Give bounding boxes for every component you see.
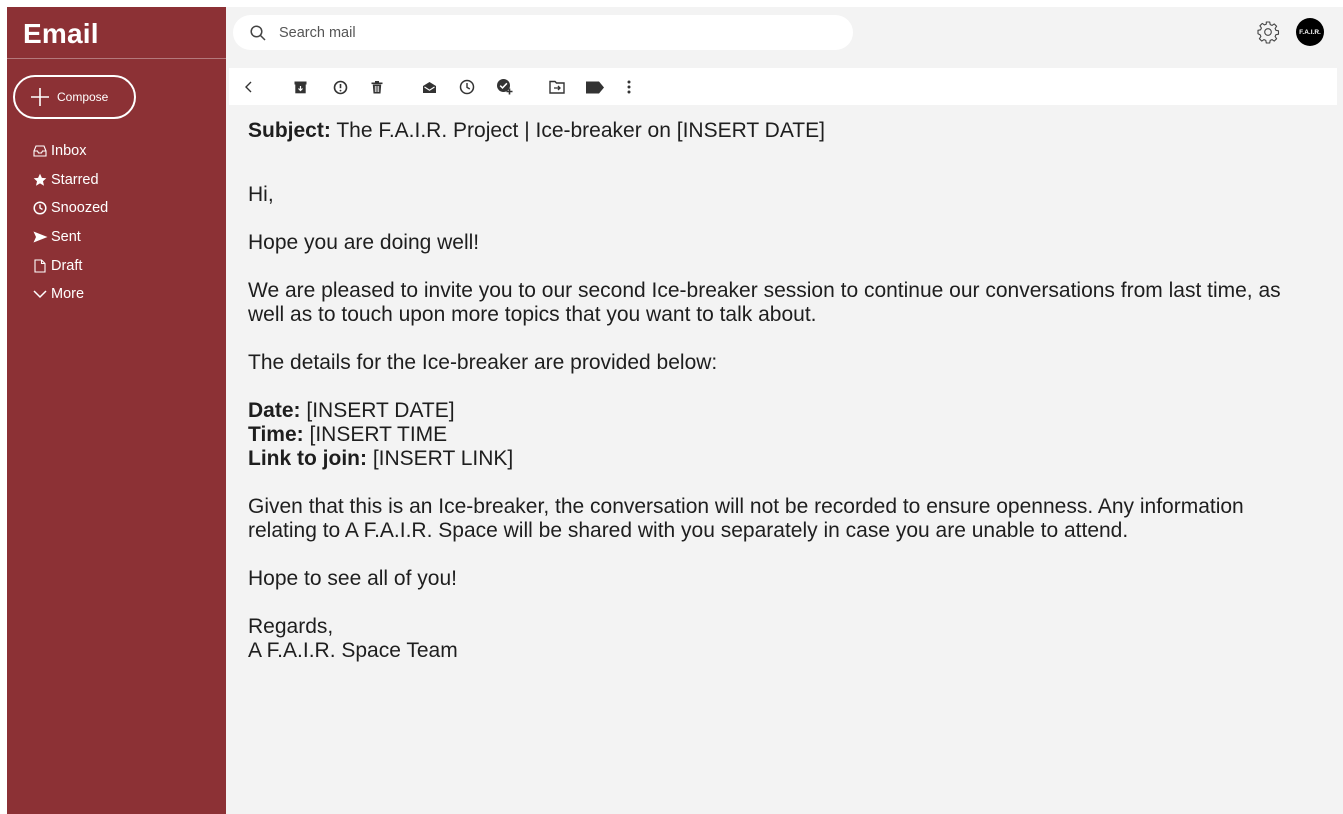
send-icon [32, 229, 48, 245]
compose-button[interactable]: Compose [13, 75, 136, 119]
avatar[interactable]: F.A.I.R. [1296, 18, 1324, 46]
mark-unread-icon[interactable] [419, 77, 439, 97]
sidebar: Email Compose Inbox Starred Snoozed Sent… [7, 7, 226, 814]
app-title: Email [23, 18, 99, 49]
archive-icon[interactable] [290, 77, 310, 97]
delete-icon[interactable] [367, 77, 387, 97]
star-icon [32, 172, 48, 188]
email-paragraph: We are pleased to invite you to our seco… [248, 279, 1281, 326]
email-view: Subject: The F.A.I.R. Project | Ice-brea… [229, 105, 1337, 814]
detail-value: [INSERT LINK] [372, 447, 514, 470]
subject-label: Subject: [248, 119, 331, 142]
email-subject: Subject: The F.A.I.R. Project | Ice-brea… [248, 119, 1318, 143]
report-spam-icon[interactable] [330, 77, 350, 97]
sidebar-item-sent[interactable]: Sent [32, 223, 108, 252]
detail-date: Date: [INSERT DATE] [248, 399, 1318, 423]
sidebar-item-snoozed[interactable]: Snoozed [32, 194, 108, 223]
add-task-icon[interactable] [495, 77, 515, 97]
sidebar-item-label: Inbox [51, 143, 87, 160]
search-input[interactable] [279, 24, 819, 41]
gear-icon[interactable] [1256, 20, 1280, 44]
detail-value: [INSERT DATE] [306, 399, 455, 422]
clock-icon [32, 200, 48, 216]
compose-label: Compose [57, 90, 109, 104]
sidebar-item-label: Draft [51, 257, 83, 274]
detail-label: Link to join: [248, 447, 367, 470]
email-signature: A F.A.I.R. Space Team [248, 639, 458, 662]
subject-text: The F.A.I.R. Project | Ice-breaker on [I… [336, 119, 825, 142]
sidebar-nav: Inbox Starred Snoozed Sent Draft More [32, 137, 108, 309]
email-paragraph: Given that this is an Ice-breaker, the c… [248, 495, 1244, 542]
sidebar-divider [7, 58, 226, 59]
sidebar-item-label: More [51, 286, 85, 303]
email-greeting: Hi, [248, 183, 274, 206]
sidebar-item-inbox[interactable]: Inbox [32, 137, 108, 166]
email-signoff: Regards, [248, 615, 334, 638]
email-paragraph: The details for the Ice-breaker are prov… [248, 351, 718, 374]
snooze-icon[interactable] [457, 77, 477, 97]
search-bar[interactable] [233, 15, 853, 50]
sidebar-item-label: Sent [51, 229, 81, 246]
detail-label: Date: [248, 399, 301, 422]
search-icon[interactable] [249, 24, 267, 42]
draft-icon [32, 258, 48, 274]
email-toolbar [229, 68, 1337, 105]
detail-link: Link to join: [INSERT LINK] [248, 447, 1318, 471]
move-to-icon[interactable] [547, 77, 567, 97]
plus-icon [29, 86, 51, 108]
sidebar-item-label: Starred [51, 171, 99, 188]
more-options-icon[interactable] [619, 77, 639, 97]
chevron-down-icon [32, 286, 48, 302]
email-body: Subject: The F.A.I.R. Project | Ice-brea… [248, 119, 1318, 663]
sidebar-item-more[interactable]: More [32, 280, 108, 309]
inbox-icon [32, 143, 48, 159]
email-closing: Hope to see all of you! [248, 567, 457, 590]
back-icon[interactable] [239, 77, 259, 97]
email-line: Hope you are doing well! [248, 231, 480, 254]
detail-value: [INSERT TIME [309, 423, 448, 446]
label-icon[interactable] [585, 77, 605, 97]
detail-time: Time: [INSERT TIME [248, 423, 1318, 447]
sidebar-item-draft[interactable]: Draft [32, 251, 108, 280]
sidebar-item-starred[interactable]: Starred [32, 166, 108, 195]
detail-label: Time: [248, 423, 304, 446]
avatar-text: F.A.I.R. [1299, 28, 1321, 36]
sidebar-item-label: Snoozed [51, 200, 109, 217]
